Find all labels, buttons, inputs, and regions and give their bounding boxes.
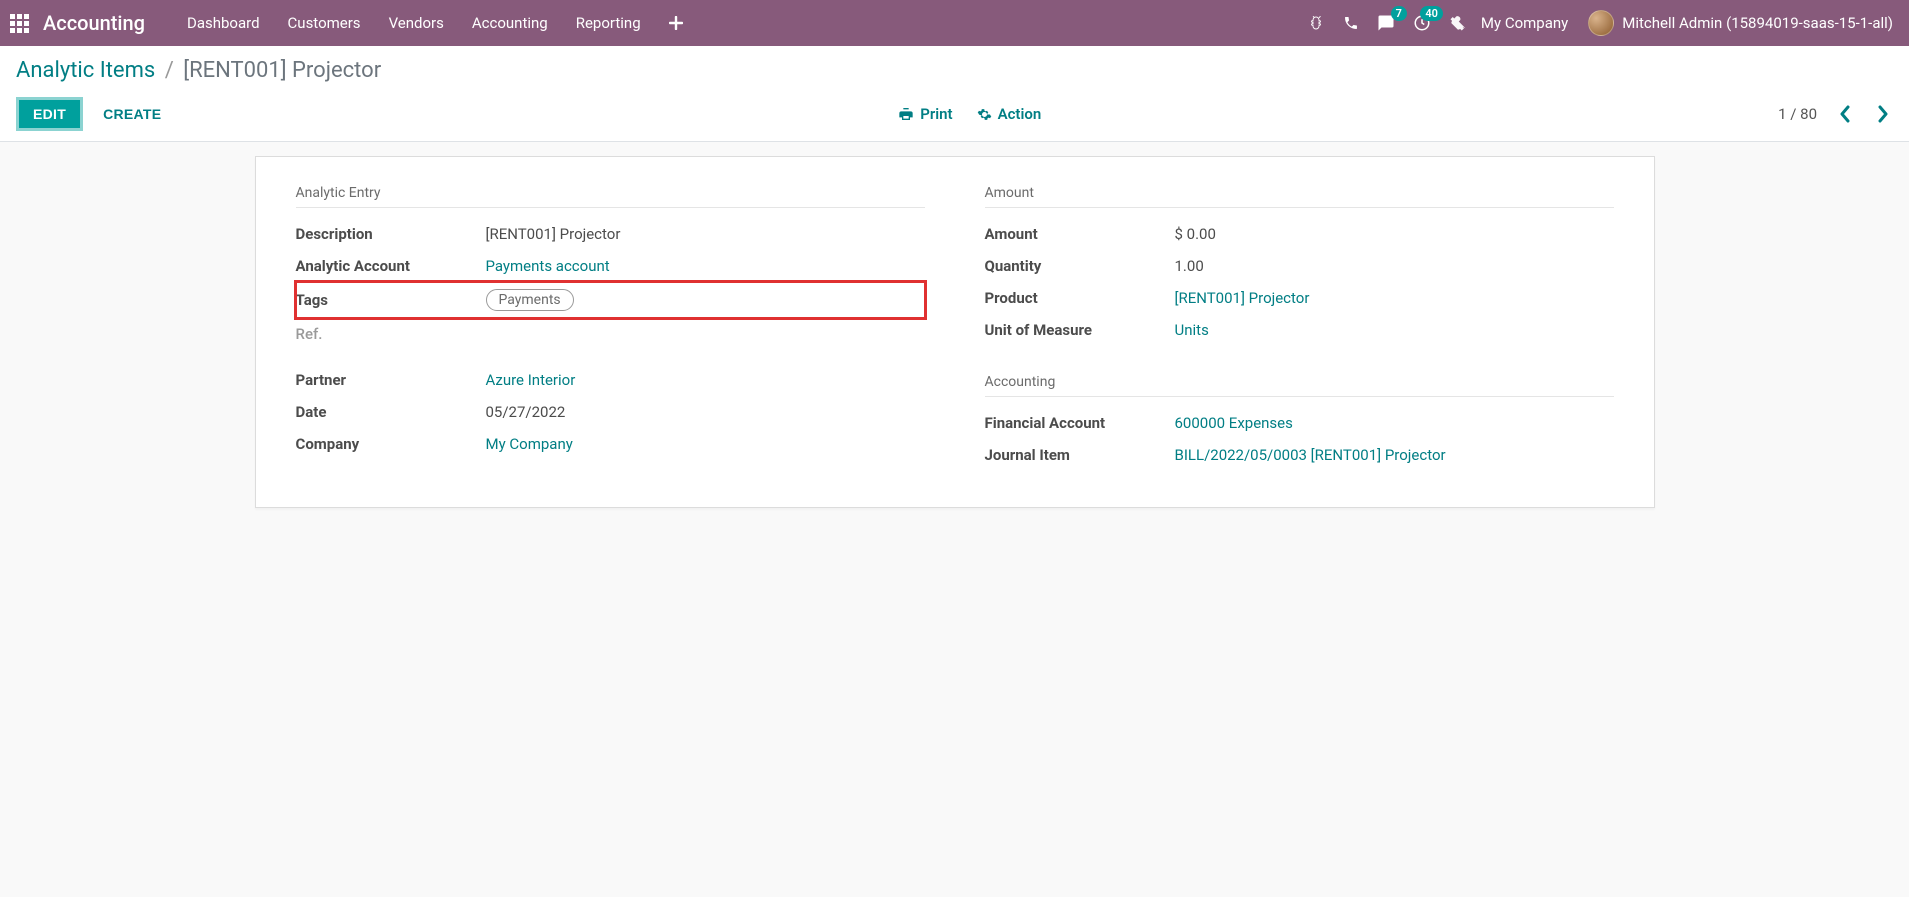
tools-icon[interactable] <box>1449 14 1467 32</box>
row-amount: Amount $ 0.00 <box>985 218 1614 250</box>
label-product: Product <box>985 282 1175 314</box>
user-menu[interactable]: Mitchell Admin (15894019-saas-15-1-all) <box>1582 10 1899 36</box>
create-button[interactable]: CREATE <box>103 106 161 122</box>
top-nav: Accounting Dashboard Customers Vendors A… <box>0 0 1909 46</box>
row-company: Company My Company <box>296 428 925 460</box>
apps-icon[interactable] <box>10 14 29 33</box>
value-analytic-account[interactable]: Payments account <box>486 257 610 275</box>
chevron-right-icon <box>1877 105 1889 123</box>
value-uom[interactable]: Units <box>1175 321 1209 339</box>
label-tags: Tags <box>296 282 486 318</box>
nav-reporting[interactable]: Reporting <box>562 0 655 46</box>
value-company[interactable]: My Company <box>486 435 573 453</box>
value-product[interactable]: [RENT001] Projector <box>1175 289 1310 307</box>
col-right: Amount Amount $ 0.00 Quantity 1.00 Produ… <box>985 185 1614 471</box>
value-ref <box>486 318 925 350</box>
value-quantity: 1.00 <box>1175 250 1614 282</box>
pager[interactable]: 1 / 80 <box>1778 105 1817 123</box>
row-uom: Unit of Measure Units <box>985 314 1614 346</box>
phone-icon[interactable] <box>1343 15 1359 31</box>
label-uom: Unit of Measure <box>985 314 1175 346</box>
label-ref: Ref. <box>296 318 486 350</box>
nav-dashboard[interactable]: Dashboard <box>173 0 274 46</box>
form-view: Analytic Entry Description [RENT001] Pro… <box>0 142 1909 548</box>
label-financial-account: Financial Account <box>985 407 1175 439</box>
row-tags: Tags Payments <box>296 282 925 318</box>
value-date: 05/27/2022 <box>486 396 925 428</box>
action-button[interactable]: Action <box>977 105 1042 123</box>
row-journal-item: Journal Item BILL/2022/05/0003 [RENT001]… <box>985 439 1614 471</box>
value-description: [RENT001] Projector <box>486 218 925 250</box>
value-financial-account[interactable]: 600000 Expenses <box>1175 414 1293 432</box>
col-analytic-entry: Analytic Entry Description [RENT001] Pro… <box>296 185 925 471</box>
value-journal-item[interactable]: BILL/2022/05/0003 [RENT001] Projector <box>1175 446 1446 464</box>
row-analytic-account: Analytic Account Payments account <box>296 250 925 282</box>
label-amount: Amount <box>985 218 1175 250</box>
label-date: Date <box>296 396 486 428</box>
value-amount: $ 0.00 <box>1175 218 1614 250</box>
label-description: Description <box>296 218 486 250</box>
nav-accounting[interactable]: Accounting <box>458 0 562 46</box>
systray: 7 40 <box>1307 14 1467 32</box>
section-analytic-entry: Analytic Entry <box>296 185 925 208</box>
chevron-left-icon <box>1839 105 1851 123</box>
plus-icon <box>669 16 683 30</box>
row-date: Date 05/27/2022 <box>296 396 925 428</box>
tag-payments[interactable]: Payments <box>486 289 574 311</box>
print-icon <box>898 106 914 122</box>
row-quantity: Quantity 1.00 <box>985 250 1614 282</box>
value-partner[interactable]: Azure Interior <box>486 371 576 389</box>
nav-vendors[interactable]: Vendors <box>375 0 458 46</box>
label-quantity: Quantity <box>985 250 1175 282</box>
messages-icon[interactable]: 7 <box>1377 14 1395 32</box>
row-financial-account: Financial Account 600000 Expenses <box>985 407 1614 439</box>
label-analytic-account: Analytic Account <box>296 250 486 282</box>
control-panel: Analytic Items / [RENT001] Projector EDI… <box>0 46 1909 142</box>
nav-customers[interactable]: Customers <box>274 0 375 46</box>
company-switcher[interactable]: My Company <box>1467 14 1582 32</box>
activities-badge: 40 <box>1420 6 1443 21</box>
gear-icon <box>977 107 992 122</box>
user-name: Mitchell Admin (15894019-saas-15-1-all) <box>1622 14 1893 32</box>
section-accounting: Accounting <box>985 374 1614 397</box>
label-partner: Partner <box>296 364 486 396</box>
row-partner: Partner Azure Interior <box>296 364 925 396</box>
section-amount: Amount <box>985 185 1614 208</box>
activities-icon[interactable]: 40 <box>1413 14 1431 32</box>
avatar <box>1588 10 1614 36</box>
print-button[interactable]: Print <box>898 105 952 123</box>
bug-icon[interactable] <box>1307 14 1325 32</box>
edit-button[interactable]: EDIT <box>16 97 83 131</box>
label-company: Company <box>296 428 486 460</box>
pager-prev[interactable] <box>1835 105 1855 123</box>
row-ref: Ref. <box>296 318 925 350</box>
messages-badge: 7 <box>1391 6 1407 21</box>
row-description: Description [RENT001] Projector <box>296 218 925 250</box>
breadcrumb-current: [RENT001] Projector <box>183 58 381 83</box>
label-journal-item: Journal Item <box>985 439 1175 471</box>
breadcrumb-parent[interactable]: Analytic Items <box>16 58 155 83</box>
nav-add[interactable] <box>655 16 697 30</box>
app-name[interactable]: Accounting <box>43 11 145 35</box>
row-product: Product [RENT001] Projector <box>985 282 1614 314</box>
breadcrumb: Analytic Items / [RENT001] Projector <box>16 58 1893 83</box>
pager-next[interactable] <box>1873 105 1893 123</box>
form-sheet: Analytic Entry Description [RENT001] Pro… <box>255 156 1655 508</box>
